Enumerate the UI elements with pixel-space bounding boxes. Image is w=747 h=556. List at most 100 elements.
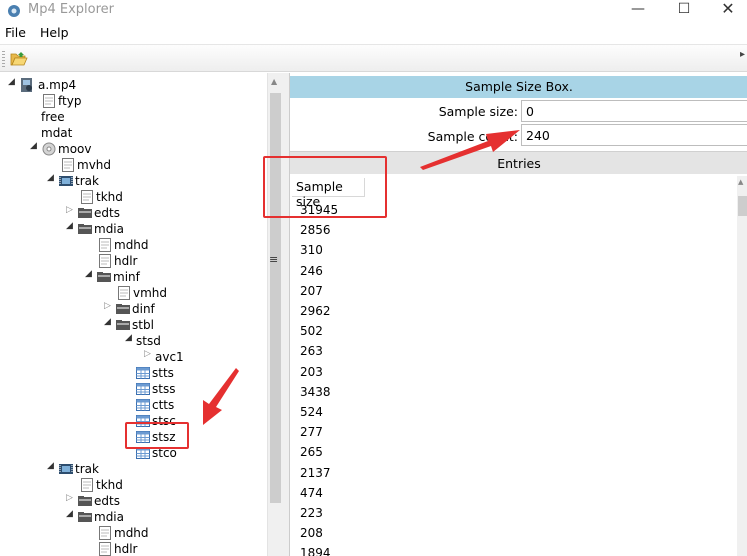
table-row[interactable]: 203 — [300, 362, 323, 382]
tree-label: edts — [94, 494, 120, 508]
toolbar-grip — [2, 51, 5, 67]
detail-panel: Sample Size Box. Sample size: Sample cou… — [289, 73, 747, 556]
table-row[interactable]: 3438 — [300, 382, 331, 402]
document-icon — [43, 94, 55, 108]
menu-help[interactable]: Help — [40, 25, 69, 40]
table-row[interactable]: 223 — [300, 503, 323, 523]
tree-label: mvhd — [77, 158, 112, 172]
tree-label: stbl — [132, 318, 154, 332]
table-row[interactable]: 277 — [300, 422, 323, 442]
table-row[interactable]: 474 — [300, 483, 323, 503]
expand-arrow-icon[interactable]: ◢ — [85, 269, 92, 279]
document-icon — [81, 190, 93, 204]
folder-icon — [78, 224, 92, 234]
box-tree: ◢ a.mp4 ftyp free mdat ◢ moov mvhd ◢ tra… — [0, 73, 268, 556]
expand-arrow-icon[interactable]: ◢ — [8, 77, 15, 87]
tree-scrollbar[interactable]: ▲ — [267, 73, 283, 556]
table-row[interactable]: 2856 — [300, 220, 331, 240]
document-icon — [99, 542, 111, 556]
table-row[interactable]: 265 — [300, 442, 323, 462]
sample-size-field[interactable] — [521, 100, 747, 122]
tree-label: dinf — [132, 302, 155, 316]
tree-label: trak — [75, 174, 99, 188]
collapse-arrow-icon[interactable]: ▷ — [144, 349, 151, 359]
table-row[interactable]: 246 — [300, 261, 323, 281]
table-row[interactable]: 1894 — [300, 543, 331, 556]
menu-bar: File Help — [0, 23, 747, 43]
film-icon — [59, 464, 73, 474]
expand-arrow-icon[interactable]: ◢ — [66, 221, 73, 231]
folder-open-icon[interactable] — [10, 51, 28, 67]
tree-label: stsd — [136, 334, 161, 348]
collapse-arrow-icon[interactable]: ▷ — [66, 493, 73, 503]
document-icon — [99, 238, 111, 252]
tree-label: ftyp — [58, 94, 82, 108]
tree-label: trak — [75, 462, 99, 476]
tree-label: hdlr — [114, 542, 138, 556]
tree-label: free — [41, 110, 65, 124]
scroll-thumb[interactable] — [738, 196, 747, 216]
entries-grid[interactable]: Sample size 31945 2856 310 246 207 2962 502 263… — [290, 176, 747, 556]
folder-icon — [78, 496, 92, 506]
expand-arrow-icon[interactable]: ◢ — [47, 461, 54, 471]
document-icon — [99, 254, 111, 268]
table-row[interactable]: 502 — [300, 321, 323, 341]
sample-count-field[interactable] — [521, 124, 747, 146]
toolbar-overflow[interactable]: ▸ — [740, 49, 745, 60]
tree-label: moov — [58, 142, 92, 156]
close-button[interactable]: ✕ — [706, 0, 747, 22]
folder-icon — [78, 208, 92, 218]
sample-size-label: Sample size: — [438, 104, 518, 119]
scroll-up-icon[interactable]: ▲ — [738, 178, 743, 186]
menu-file[interactable]: File — [5, 25, 26, 40]
table-row[interactable]: 524 — [300, 402, 323, 422]
maximize-button[interactable]: ☐ — [662, 0, 706, 22]
tree-label: mdat — [41, 126, 73, 140]
table-row[interactable]: 2137 — [300, 463, 331, 483]
table-row[interactable]: 208 — [300, 523, 323, 543]
tree-label: ctts — [152, 398, 175, 412]
splitter-grip-icon[interactable]: ≡ — [269, 253, 278, 266]
app-icon — [8, 5, 20, 17]
table-row[interactable]: 2962 — [300, 301, 331, 321]
tree-label: mdhd — [114, 526, 149, 540]
table-row[interactable]: 310 — [300, 240, 323, 260]
collapse-arrow-icon[interactable]: ▷ — [66, 205, 73, 215]
tree-label: mdia — [94, 222, 124, 236]
tree-label: edts — [94, 206, 120, 220]
tree-label: mdhd — [114, 238, 149, 252]
entries-scrollbar[interactable]: ▲ — [737, 176, 747, 556]
annotation-highlight-box — [263, 156, 387, 218]
table-row[interactable]: 207 — [300, 281, 323, 301]
window-title: Mp4 Explorer — [28, 2, 114, 17]
mp4-file-icon — [21, 78, 32, 92]
table-icon — [136, 367, 150, 379]
expand-arrow-icon[interactable]: ◢ — [47, 173, 54, 183]
tree-label: vmhd — [133, 286, 168, 300]
folder-icon — [97, 272, 111, 282]
toolbar: ▸ — [0, 44, 747, 72]
table-row[interactable]: 263 — [300, 341, 323, 361]
scroll-thumb[interactable] — [270, 93, 281, 503]
tree-label: mdia — [94, 510, 124, 524]
tree-label: avc1 — [155, 350, 184, 364]
sample-count-label: Sample count: — [427, 129, 518, 144]
collapse-arrow-icon[interactable]: ▷ — [104, 301, 111, 311]
expand-arrow-icon[interactable]: ◢ — [30, 141, 37, 151]
tree-label: tkhd — [96, 478, 123, 492]
scroll-up-icon[interactable]: ▲ — [271, 77, 277, 86]
expand-arrow-icon[interactable]: ◢ — [125, 333, 132, 343]
document-icon — [62, 158, 74, 172]
box-title: Sample Size Box. — [290, 76, 747, 98]
document-icon — [81, 478, 93, 492]
document-icon — [99, 526, 111, 540]
minimize-button[interactable]: — — [616, 0, 660, 22]
expand-arrow-icon[interactable]: ◢ — [104, 317, 111, 327]
tree-label: minf — [113, 270, 140, 284]
tree-label: stts — [152, 366, 174, 380]
expand-arrow-icon[interactable]: ◢ — [66, 509, 73, 519]
table-icon — [136, 383, 150, 395]
title-bar: Mp4 Explorer — ☐ ✕ — [0, 0, 747, 22]
folder-icon — [116, 320, 130, 330]
tree-label: hdlr — [114, 254, 138, 268]
